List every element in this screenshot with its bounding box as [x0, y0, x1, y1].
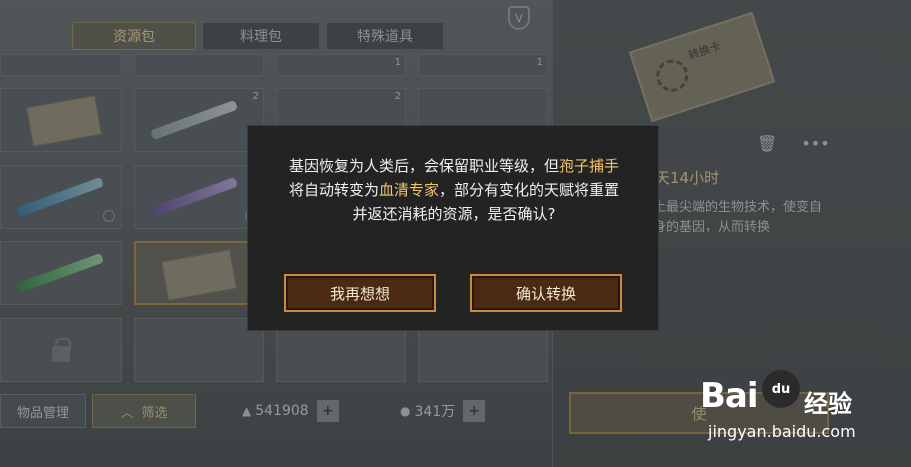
class-to: 血清专家 [378, 181, 439, 199]
watermark-logo-text: Bai [700, 376, 759, 416]
baidu-watermark: Bai du 经验 jingyan.baidu.com [700, 370, 900, 450]
dialog-mid: 将自动转变为 [288, 181, 379, 199]
class-from: 孢子捕手 [559, 157, 620, 175]
watermark-name: 经验 [804, 390, 852, 418]
dialog-message: 基因恢复为人类后，会保留职业等级，但孢子捕手将自动转变为血清专家，部分有变化的天… [288, 154, 620, 226]
paw-logo-icon: du [762, 370, 800, 408]
confirm-dialog: 基因恢复为人类后，会保留职业等级，但孢子捕手将自动转变为血清专家，部分有变化的天… [247, 125, 659, 331]
dialog-line-1: 基因恢复为人类后，会保留职业等级，但 [288, 157, 559, 175]
cancel-button[interactable]: 我再想想 [284, 274, 436, 312]
watermark-url: jingyan.baidu.com [708, 422, 856, 441]
confirm-convert-button[interactable]: 确认转换 [470, 274, 622, 312]
